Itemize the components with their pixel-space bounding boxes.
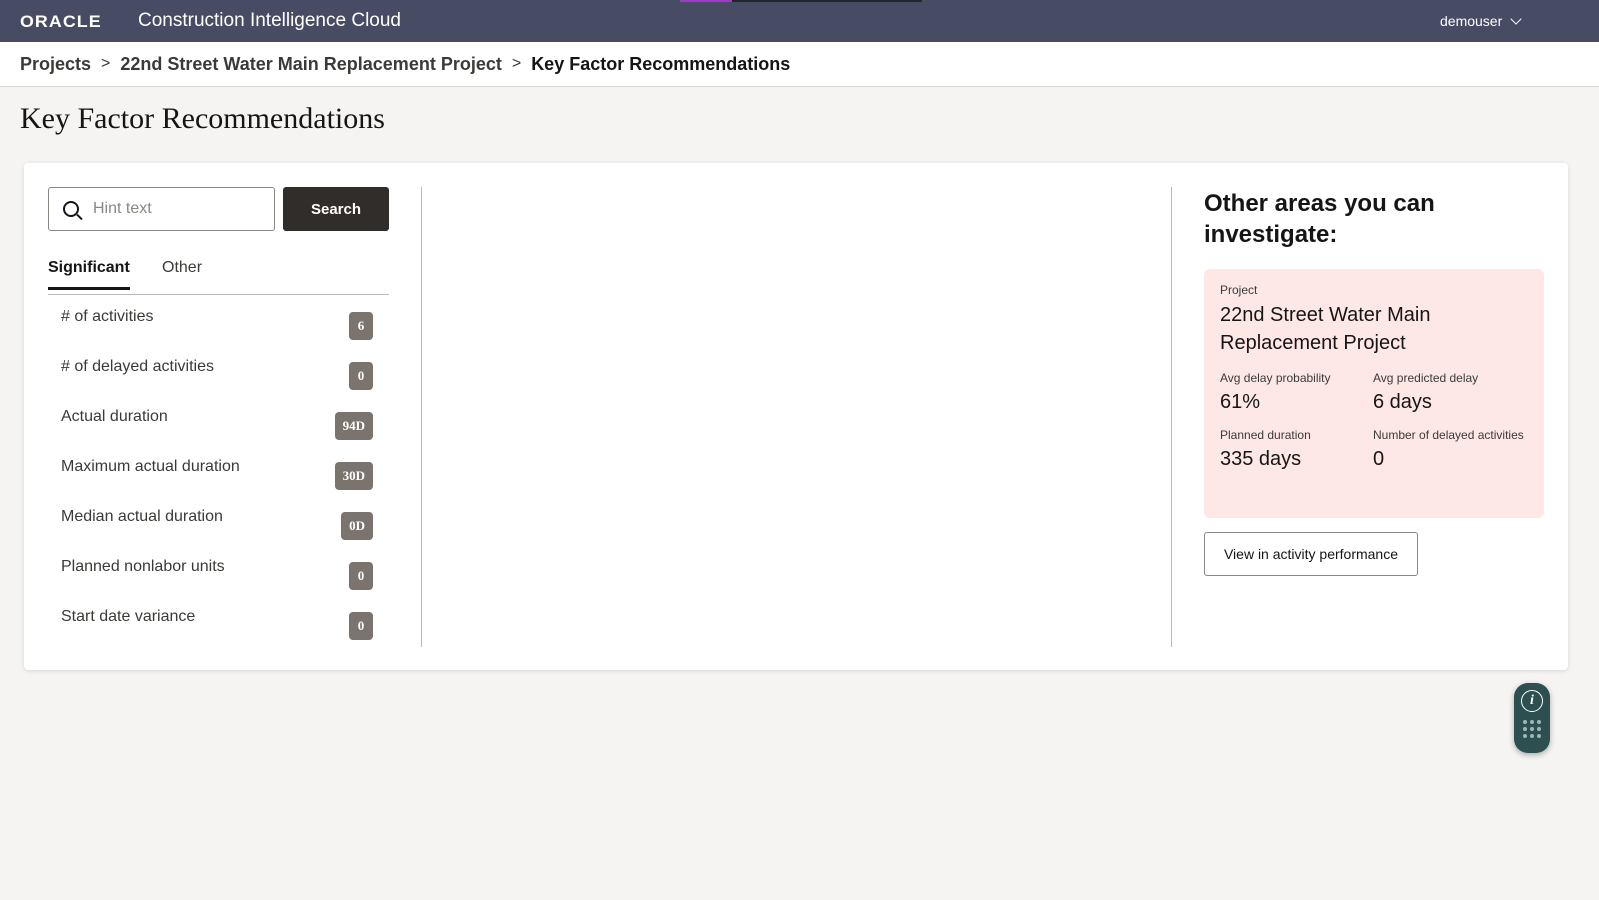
metric-value: 6 days (1373, 391, 1432, 413)
count-badge: 0D (341, 512, 373, 540)
search-icon (63, 201, 79, 217)
factor-label: Planned nonlabor units (61, 558, 225, 575)
count-badge: 94D (334, 412, 373, 440)
other-areas-title: Other areas you can investigate: (1204, 190, 1435, 248)
count-badge: 0 (349, 362, 373, 390)
metric-delayed-activities: Number of delayed activities 0 (1373, 428, 1533, 471)
info-icon[interactable]: i (1521, 690, 1543, 712)
count-badge: 0 (349, 562, 373, 590)
metric-value: 335 days (1220, 448, 1302, 470)
top-bar: ORACLE Construction Intelligence Cloud d… (0, 0, 1599, 42)
user-menu[interactable]: demouser (1440, 12, 1522, 29)
floating-help-widget: i (1514, 683, 1550, 753)
metric-label: Planned duration (1220, 428, 1311, 442)
metric-avg-delay-probability: Avg delay probability 61% (1220, 371, 1373, 414)
divider (421, 187, 422, 647)
factor-label: Maximum actual duration (61, 458, 240, 475)
factor-label: Actual duration (61, 408, 168, 425)
progress-accent-dark (732, 0, 922, 2)
factor-list: # of activities 6 # of delayed activitie… (48, 298, 389, 648)
metric-value: 61% (1220, 391, 1261, 413)
breadcrumb-separator: > (511, 55, 522, 72)
apps-grid-icon[interactable] (1523, 720, 1541, 742)
divider (1171, 187, 1172, 647)
project-name: 22nd Street Water Main Replacement Proje… (1220, 304, 1431, 354)
factor-label: Median actual duration (61, 508, 223, 525)
list-item[interactable]: Maximum actual duration 30D (48, 448, 389, 498)
factor-label: # of activities (61, 308, 154, 325)
tab-other[interactable]: Other (162, 259, 202, 287)
factor-tabs: Significant Other (48, 259, 389, 295)
factor-label: Start date variance (61, 608, 196, 625)
app-title[interactable]: Construction Intelligence Cloud (138, 10, 401, 32)
count-badge: 30D (334, 462, 373, 490)
project-summary-card: Project 22nd Street Water Main Replaceme… (1204, 269, 1544, 518)
view-activity-performance-button[interactable]: View in activity performance (1204, 532, 1418, 576)
project-kicker: Project (1220, 283, 1258, 297)
list-item[interactable]: Actual duration 94D (48, 398, 389, 448)
count-badge: 6 (349, 312, 373, 340)
metric-label: Number of delayed activities (1373, 428, 1524, 442)
key-factor-card: Search Significant Other # of activities… (24, 163, 1568, 670)
breadcrumb-separator: > (101, 55, 111, 72)
breadcrumb-project[interactable]: 22nd Street Water Main Replacement Proje… (120, 54, 501, 75)
search-field[interactable] (48, 187, 275, 231)
list-item[interactable]: Planned nonlabor units 0 (48, 548, 389, 598)
chevron-down-icon (1510, 12, 1522, 25)
count-badge: 0 (349, 612, 373, 640)
breadcrumb-projects[interactable]: Projects (20, 54, 91, 75)
search-input[interactable] (93, 200, 253, 218)
progress-accent (680, 0, 732, 2)
metric-label: Avg predicted delay (1373, 371, 1479, 385)
search-button[interactable]: Search (283, 187, 389, 231)
list-item[interactable]: Start date variance 0 (48, 598, 389, 648)
metric-avg-predicted-delay: Avg predicted delay 6 days (1373, 371, 1533, 414)
list-item[interactable]: Median actual duration 0D (48, 498, 389, 548)
oracle-logo[interactable]: ORACLE (20, 12, 102, 32)
project-metrics: Avg delay probability 61% Avg predicted … (1220, 371, 1528, 471)
list-item[interactable]: # of delayed activities 0 (48, 348, 389, 398)
list-item[interactable]: # of activities 6 (48, 298, 389, 348)
breadcrumb: Projects > 22nd Street Water Main Replac… (0, 42, 1599, 87)
tab-significant[interactable]: Significant (48, 259, 130, 290)
breadcrumb-current: Key Factor Recommendations (531, 53, 791, 74)
user-name: demouser (1440, 13, 1503, 29)
metric-value: 0 (1373, 448, 1385, 470)
page-title: Key Factor Recommendations (20, 102, 385, 135)
metric-label: Avg delay probability (1220, 371, 1331, 385)
factor-label: # of delayed activities (61, 358, 214, 375)
metric-planned-duration: Planned duration 335 days (1220, 428, 1373, 471)
